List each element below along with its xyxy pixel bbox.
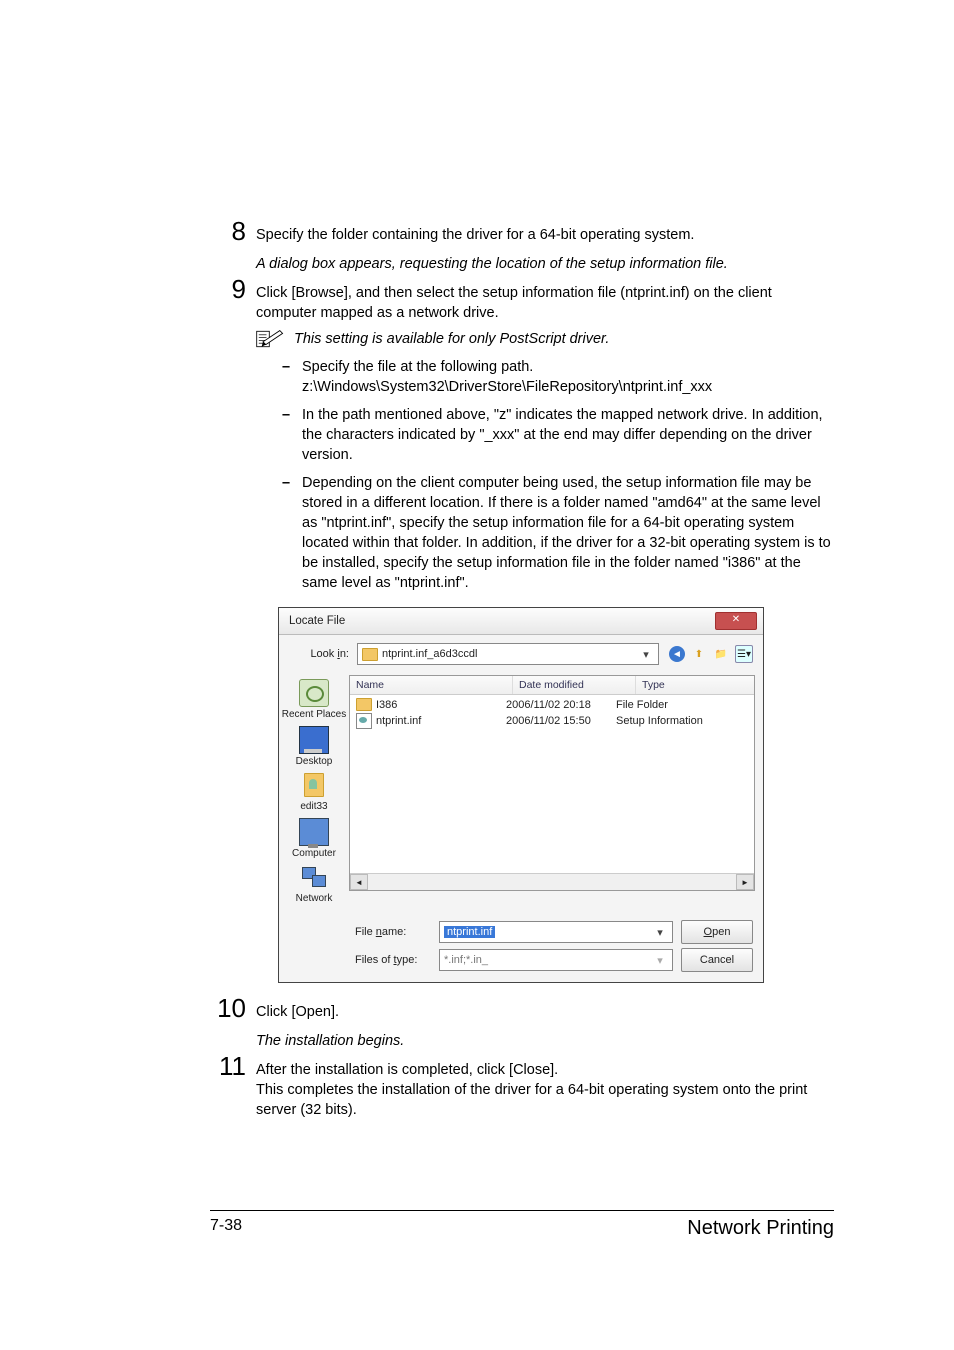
file-row[interactable]: ntprint.inf 2006/11/02 15:50 Setup Infor… bbox=[350, 712, 754, 730]
bullet-3: – Depending on the client computer being… bbox=[282, 473, 834, 593]
note-icon bbox=[256, 329, 284, 349]
file-list-body[interactable]: I386 2006/11/02 20:18 File Folder ntprin… bbox=[350, 695, 754, 873]
scroll-right-icon[interactable]: ► bbox=[736, 874, 754, 890]
step-10-result-text: The installation begins. bbox=[256, 1026, 834, 1051]
dialog-main: Recent Places Desktop edit33 Computer bbox=[279, 671, 763, 912]
dialog-title: Locate File bbox=[285, 615, 715, 627]
place-computer[interactable]: Computer bbox=[292, 816, 336, 861]
filename-value: ntprint.inf bbox=[444, 926, 495, 938]
bullet-1-line1: Specify the file at the following path. bbox=[302, 359, 533, 375]
place-network[interactable]: Network bbox=[296, 863, 333, 906]
new-folder-icon[interactable]: 📁 bbox=[713, 646, 729, 662]
filetype-row: Files of type: *.inf;*.in_ ▾ Cancel bbox=[355, 948, 753, 972]
folder-icon bbox=[362, 648, 378, 661]
step-10-result: The installation begins. bbox=[210, 1026, 834, 1051]
place-user[interactable]: edit33 bbox=[300, 771, 328, 814]
note-row: This setting is available for only PostS… bbox=[256, 329, 834, 349]
step-number: 10 bbox=[210, 997, 256, 1019]
file-list: Name Date modified Type I386 2006/11/02 … bbox=[349, 675, 755, 891]
place-network-label: Network bbox=[296, 893, 333, 904]
col-type[interactable]: Type bbox=[636, 676, 754, 694]
col-name[interactable]: Name bbox=[350, 676, 513, 694]
file-list-header: Name Date modified Type bbox=[350, 676, 754, 695]
bullet-2-text: In the path mentioned above, "z" indicat… bbox=[302, 405, 834, 465]
place-recent-label: Recent Places bbox=[282, 709, 346, 720]
scroll-left-icon[interactable]: ◄ bbox=[350, 874, 368, 890]
locate-file-dialog-wrap: Locate File ✕ Look in: ntprint.inf_a6d3c… bbox=[278, 607, 834, 983]
filename-input[interactable]: ntprint.inf ▾ bbox=[439, 921, 673, 943]
dialog-bottom: File name: ntprint.inf ▾ Open Files of t… bbox=[279, 912, 763, 982]
step-text: Specify the folder containing the driver… bbox=[256, 220, 834, 245]
bullet-3-text: Depending on the client computer being u… bbox=[302, 473, 834, 593]
up-icon[interactable]: ⬆ bbox=[691, 646, 707, 662]
place-desktop[interactable]: Desktop bbox=[296, 724, 333, 769]
step-number: 9 bbox=[210, 278, 256, 300]
recent-icon bbox=[299, 679, 329, 707]
note-text: This setting is available for only PostS… bbox=[294, 331, 609, 347]
step-8-result: A dialog box appears, requesting the loc… bbox=[210, 249, 834, 274]
step-10: 10 Click [Open]. bbox=[210, 997, 834, 1022]
filename-row: File name: ntprint.inf ▾ Open bbox=[355, 920, 753, 944]
step-number: 11 bbox=[210, 1055, 256, 1077]
step-10-text: Click [Open]. bbox=[256, 997, 834, 1022]
page-footer: 7-38 Network Printing bbox=[210, 1210, 834, 1240]
lookin-row: Look in: ntprint.inf_a6d3ccdl ▾ ◄ ⬆ 📁 ☰▾ bbox=[279, 635, 763, 671]
filetype-value: *.inf;*.in_ bbox=[444, 954, 488, 966]
filetype-label: Files of type: bbox=[355, 954, 431, 966]
bullet-1-line2: z:\Windows\System32\DriverStore\FileRepo… bbox=[302, 379, 712, 395]
computer-icon bbox=[299, 818, 329, 846]
inf-file-icon bbox=[356, 713, 372, 729]
lookin-label: Look in: bbox=[289, 648, 357, 660]
close-button[interactable]: ✕ bbox=[715, 612, 757, 630]
file-type: File Folder bbox=[616, 699, 748, 711]
folder-icon bbox=[356, 698, 372, 711]
bullet-1: – Specify the file at the following path… bbox=[282, 357, 834, 397]
col-date[interactable]: Date modified bbox=[513, 676, 636, 694]
place-recent[interactable]: Recent Places bbox=[282, 677, 346, 722]
chevron-down-icon: ▾ bbox=[652, 926, 668, 939]
back-icon[interactable]: ◄ bbox=[669, 646, 685, 662]
step-11-line2: This completes the installation of the d… bbox=[256, 1082, 807, 1118]
titlebar: Locate File ✕ bbox=[279, 608, 763, 635]
toolbar: ◄ ⬆ 📁 ☰▾ bbox=[669, 645, 753, 663]
cancel-button[interactable]: Cancel bbox=[681, 948, 753, 972]
filetype-combo[interactable]: *.inf;*.in_ ▾ bbox=[439, 949, 673, 971]
network-icon bbox=[300, 865, 328, 891]
file-type: Setup Information bbox=[616, 715, 748, 727]
footer-title: Network Printing bbox=[687, 1217, 834, 1240]
chevron-down-icon: ▾ bbox=[652, 954, 668, 967]
place-user-label: edit33 bbox=[300, 801, 327, 812]
file-date: 2006/11/02 15:50 bbox=[506, 715, 616, 727]
step-9: 9 Click [Browse], and then select the se… bbox=[210, 278, 834, 323]
step-8-text: Specify the folder containing the driver… bbox=[256, 227, 694, 243]
place-computer-label: Computer bbox=[292, 848, 336, 859]
page-number: 7-38 bbox=[210, 1217, 242, 1240]
step-9-text: Click [Browse], and then select the setu… bbox=[256, 278, 834, 323]
place-desktop-label: Desktop bbox=[296, 756, 333, 767]
lookin-combo[interactable]: ntprint.inf_a6d3ccdl ▾ bbox=[357, 643, 659, 665]
user-folder-icon bbox=[300, 773, 328, 799]
step-number: 8 bbox=[210, 220, 256, 242]
file-date: 2006/11/02 20:18 bbox=[506, 699, 616, 711]
bullet-2: – In the path mentioned above, "z" indic… bbox=[282, 405, 834, 465]
file-name: I386 bbox=[376, 699, 397, 711]
file-row[interactable]: I386 2006/11/02 20:18 File Folder bbox=[350, 697, 754, 712]
step-8-result-text: A dialog box appears, requesting the loc… bbox=[256, 249, 834, 274]
locate-file-dialog: Locate File ✕ Look in: ntprint.inf_a6d3c… bbox=[278, 607, 764, 983]
open-button[interactable]: Open bbox=[681, 920, 753, 944]
step-11: 11 After the installation is completed, … bbox=[210, 1055, 834, 1120]
h-scrollbar[interactable]: ◄ ► bbox=[350, 873, 754, 890]
step-11-line1: After the installation is completed, cli… bbox=[256, 1062, 558, 1078]
chevron-down-icon: ▾ bbox=[638, 648, 654, 661]
desktop-icon bbox=[299, 726, 329, 754]
views-icon[interactable]: ☰▾ bbox=[735, 645, 753, 663]
places-bar: Recent Places Desktop edit33 Computer bbox=[279, 671, 349, 912]
lookin-value: ntprint.inf_a6d3ccdl bbox=[382, 648, 634, 660]
step-8: 8 Specify the folder containing the driv… bbox=[210, 220, 834, 245]
filename-label: File name: bbox=[355, 926, 431, 938]
file-name: ntprint.inf bbox=[376, 715, 421, 727]
step-11-text: After the installation is completed, cli… bbox=[256, 1055, 834, 1120]
